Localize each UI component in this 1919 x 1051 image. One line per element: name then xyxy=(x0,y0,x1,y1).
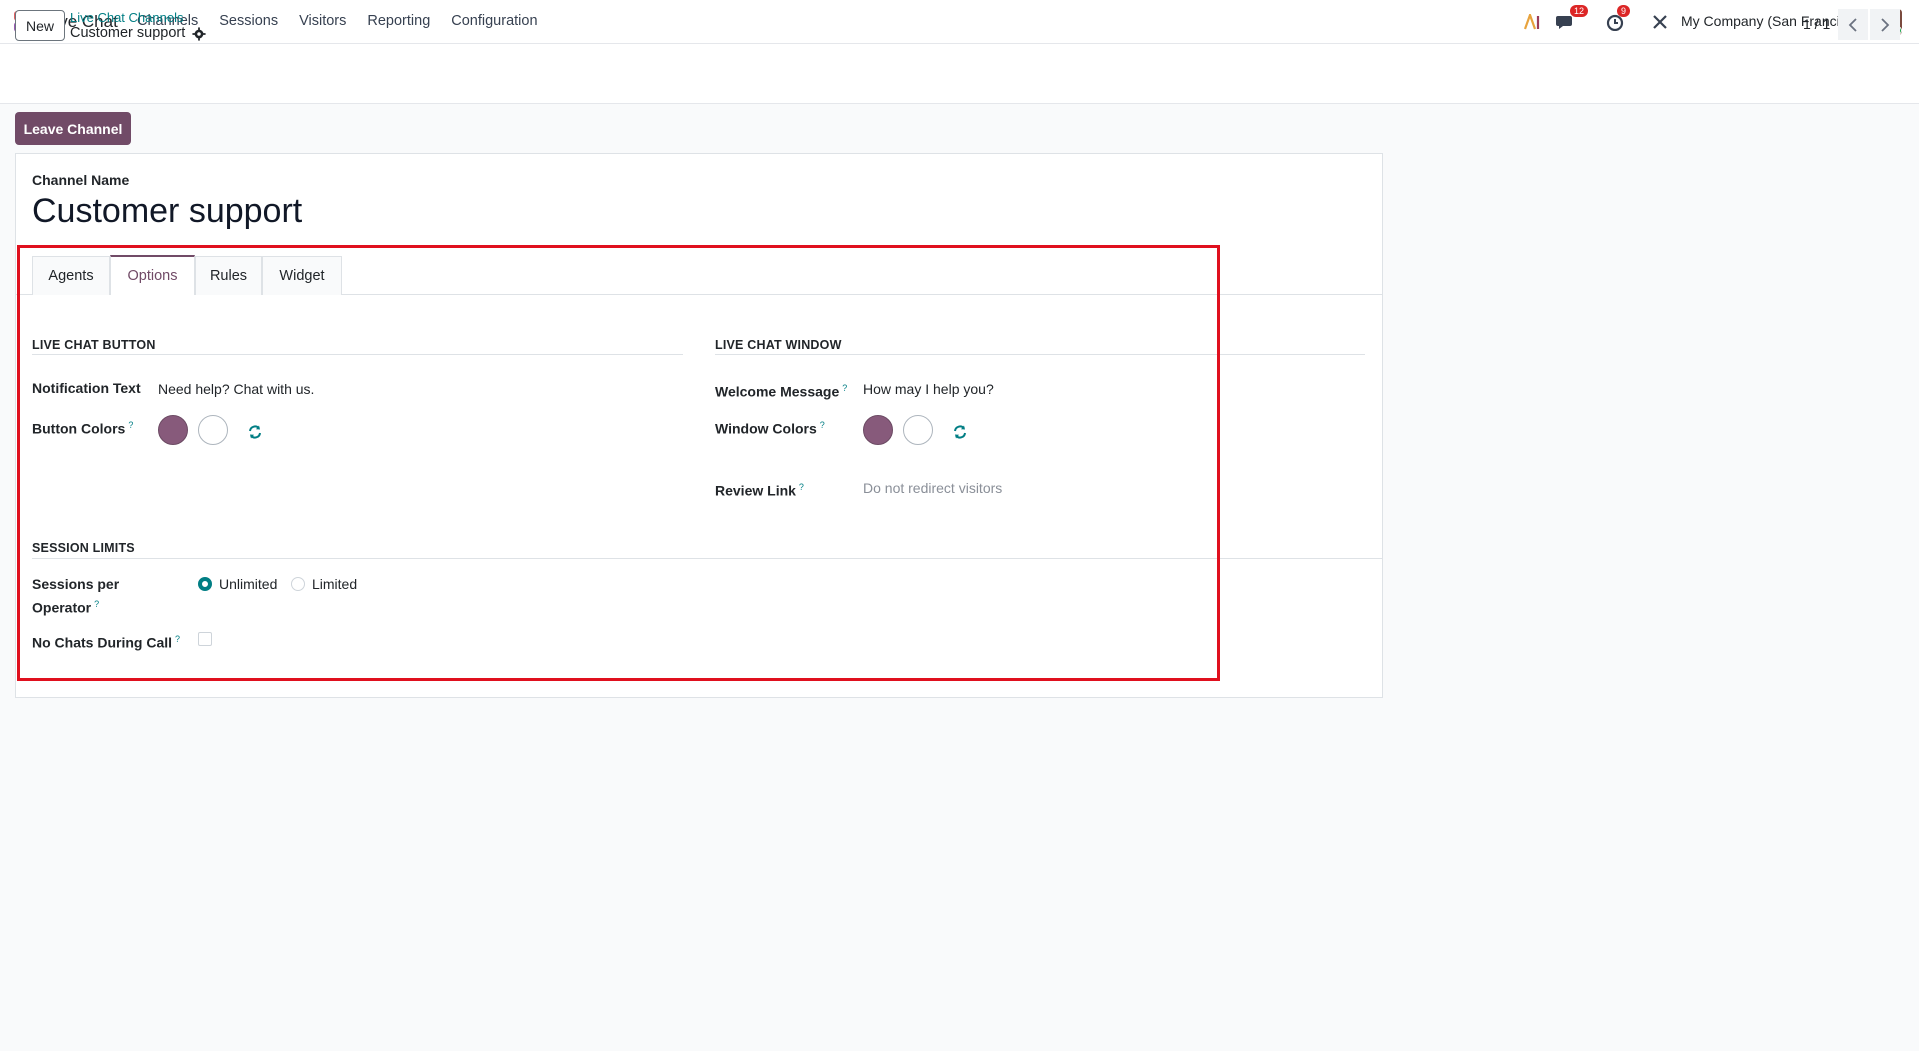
limited-radio[interactable] xyxy=(291,577,305,591)
live-chat-button-section-title: LIVE CHAT BUTTON xyxy=(32,338,156,352)
review-link-input[interactable]: Do not redirect visitors xyxy=(863,480,1002,496)
gear-icon[interactable] xyxy=(192,27,206,41)
channel-name-input[interactable]: Customer support xyxy=(32,192,302,231)
channel-name-label: Channel Name xyxy=(32,172,130,188)
reset-colors-icon[interactable] xyxy=(952,424,968,440)
section-divider xyxy=(715,354,1365,355)
pager-next-button[interactable] xyxy=(1870,9,1900,40)
help-tooltip-icon[interactable]: ? xyxy=(820,420,825,430)
notification-text-input[interactable]: Need help? Chat with us. xyxy=(158,381,314,397)
button-secondary-color-swatch[interactable] xyxy=(198,415,228,445)
menu-configuration[interactable]: Configuration xyxy=(451,13,537,29)
welcome-message-input[interactable]: How may I help you? xyxy=(863,381,994,397)
breadcrumb-current-record: Customer support xyxy=(70,25,186,41)
tab-rules[interactable]: Rules xyxy=(195,256,262,295)
pager-value[interactable]: 1 / 1 xyxy=(1803,16,1830,32)
breadcrumb-live-chat-channels[interactable]: Live Chat Channels xyxy=(70,10,183,25)
notification-text-label: Notification Text xyxy=(32,380,141,396)
button-colors-label: Button Colors? xyxy=(32,420,134,437)
review-link-label: Review Link? xyxy=(715,482,804,499)
help-tooltip-icon[interactable]: ? xyxy=(842,383,847,393)
unlimited-radio[interactable] xyxy=(198,577,212,591)
no-chats-during-call-checkbox[interactable] xyxy=(198,632,212,646)
no-chats-during-call-label: No Chats During Call? xyxy=(32,634,181,651)
tab-agents[interactable]: Agents xyxy=(32,256,110,295)
chevron-right-icon xyxy=(1881,17,1890,32)
tab-widget[interactable]: Widget xyxy=(262,256,342,295)
limited-radio-label[interactable]: Limited xyxy=(312,576,357,592)
section-divider xyxy=(32,354,683,355)
menu-sessions[interactable]: Sessions xyxy=(219,13,278,29)
control-panel xyxy=(0,44,1919,104)
help-tooltip-icon[interactable]: ? xyxy=(128,420,133,430)
tab-options[interactable]: Options xyxy=(110,255,195,295)
pager-previous-button[interactable] xyxy=(1838,9,1868,40)
help-tooltip-icon[interactable]: ? xyxy=(799,482,804,492)
live-chat-window-section-title: LIVE CHAT WINDOW xyxy=(715,338,842,352)
new-button[interactable]: New xyxy=(15,10,65,41)
session-limits-section-title: SESSION LIMITS xyxy=(32,541,135,555)
leave-channel-button[interactable]: Leave Channel xyxy=(15,112,131,145)
section-divider xyxy=(32,558,1383,559)
help-tooltip-icon[interactable]: ? xyxy=(175,634,180,644)
window-colors-label: Window Colors? xyxy=(715,420,825,437)
welcome-message-label: Welcome Message? xyxy=(715,383,848,400)
messages-badge: 12 xyxy=(1570,5,1589,17)
activities-badge: 9 xyxy=(1617,5,1631,17)
sessions-per-operator-label: Sessions per Operator? xyxy=(32,576,120,616)
help-tooltip-icon[interactable]: ? xyxy=(94,599,99,609)
top-navbar: Live Chat Channels Sessions Visitors Rep… xyxy=(0,0,1919,44)
chevron-left-icon xyxy=(1848,17,1857,32)
window-primary-color-swatch[interactable] xyxy=(863,415,893,445)
window-secondary-color-swatch[interactable] xyxy=(903,415,933,445)
menu-visitors[interactable]: Visitors xyxy=(299,13,346,29)
unlimited-radio-label[interactable]: Unlimited xyxy=(219,576,277,592)
messages-icon[interactable]: 12 xyxy=(1556,5,1589,34)
activities-icon[interactable]: 9 xyxy=(1606,5,1631,34)
ai-icon[interactable] xyxy=(1524,10,1542,34)
button-primary-color-swatch[interactable] xyxy=(158,415,188,445)
reset-colors-icon[interactable] xyxy=(247,424,263,440)
menu-reporting[interactable]: Reporting xyxy=(367,13,430,29)
debug-tools-icon[interactable] xyxy=(1652,10,1668,34)
